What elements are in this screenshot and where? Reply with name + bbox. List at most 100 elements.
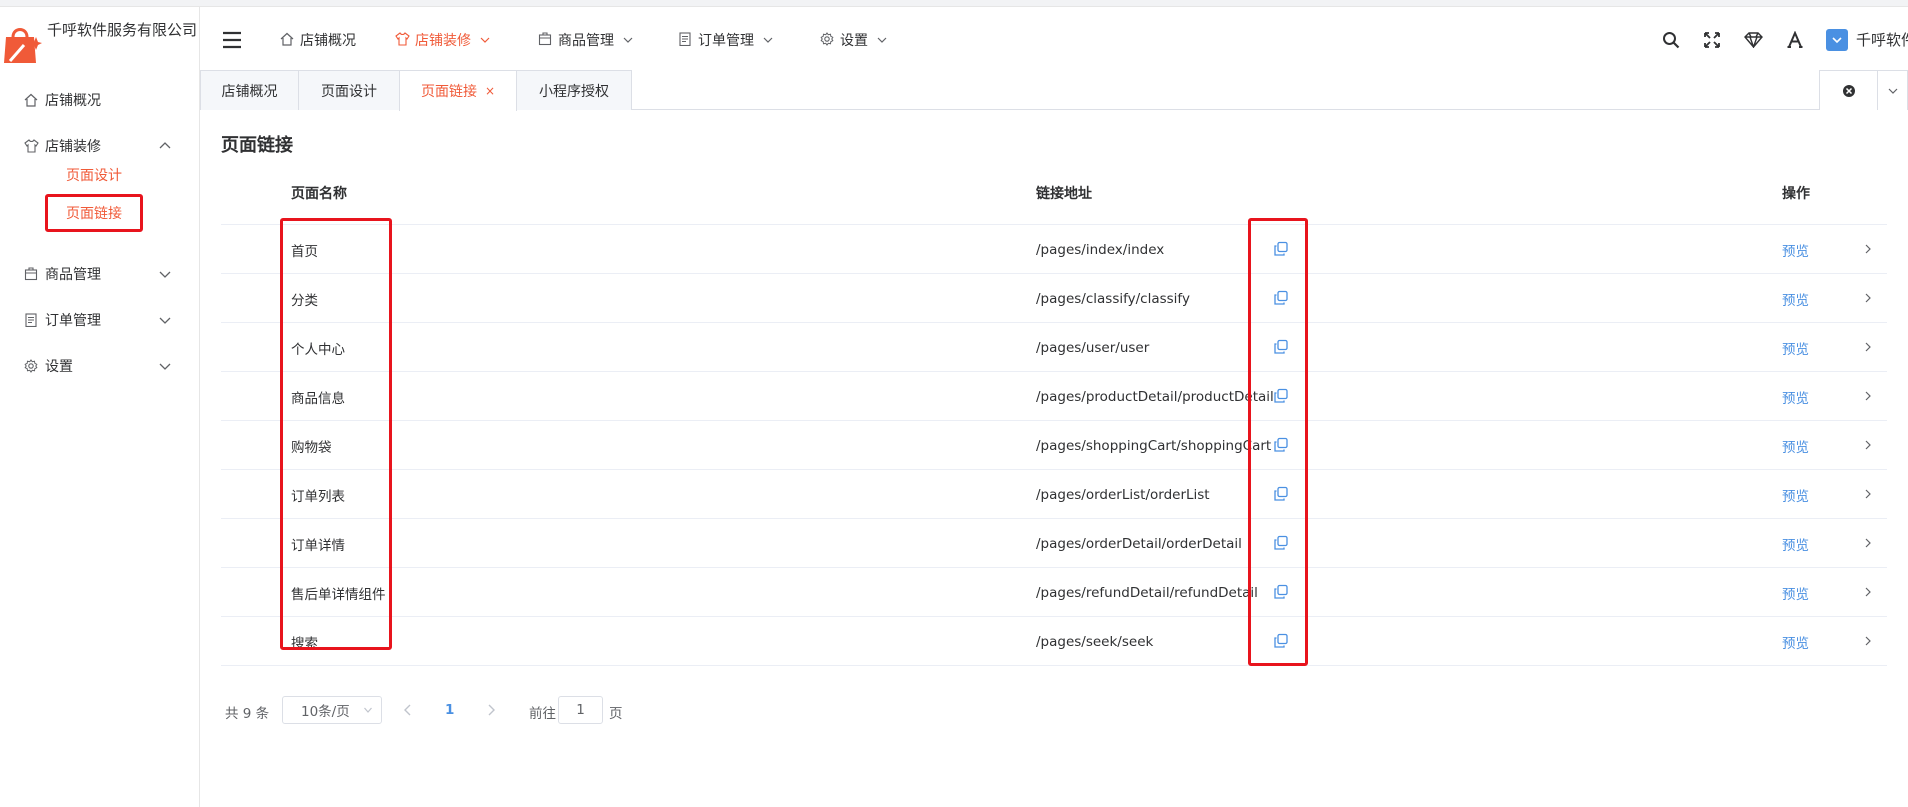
sidebar-item-settings[interactable]: 设置 [0, 346, 200, 386]
copy-link-button[interactable] [1271, 239, 1291, 259]
copy-link-button[interactable] [1271, 582, 1291, 602]
nav-product-management[interactable]: 商品管理 [538, 27, 634, 53]
copy-icon [1274, 437, 1288, 452]
pagination-total: 共 9 条 [225, 706, 270, 722]
page-title: 页面链接 [221, 135, 293, 156]
sidebar-item-order-management[interactable]: 订单管理 [0, 300, 200, 340]
link-url-cell: /pages/index/index [1036, 241, 1165, 258]
preview-link[interactable]: 预览 [1782, 225, 1809, 274]
table-row: 搜索/pages/seek/seek 预览 [221, 617, 1887, 666]
copy-icon [1274, 241, 1288, 256]
prev-page-icon[interactable] [400, 702, 416, 718]
search-icon[interactable] [1659, 28, 1683, 52]
font-size-icon[interactable] [1783, 28, 1807, 52]
close-circle-icon [1842, 84, 1855, 97]
preview-link[interactable]: 预览 [1782, 372, 1809, 421]
page-size-select[interactable]: 10条/页 [282, 696, 382, 724]
chevron-down-icon [159, 317, 171, 324]
shopping-bag-logo-icon [4, 28, 42, 63]
fullscreen-icon[interactable] [1700, 28, 1724, 52]
preview-link[interactable]: 预览 [1782, 323, 1809, 372]
sidebar-item-store-overview[interactable]: 店铺概况 [0, 80, 200, 120]
preview-link[interactable]: 预览 [1782, 519, 1809, 568]
table-row: 分类/pages/classify/classify 预览 [221, 274, 1887, 323]
copy-link-button[interactable] [1271, 337, 1291, 357]
close-tabs-button[interactable] [1820, 71, 1878, 110]
sidebar-subitem-page-links[interactable]: 页面链接 [45, 194, 143, 232]
chevron-down-icon [622, 34, 634, 46]
tabs-more-button[interactable] [1878, 71, 1908, 110]
sidebar-item-label: 商品管理 [45, 267, 101, 283]
preview-link[interactable]: 预览 [1782, 421, 1809, 470]
copy-link-button[interactable] [1271, 484, 1291, 504]
top-header: 店铺概况 店铺装修 商品管理 订单管理 设置 千呼软件 [200, 7, 1908, 73]
tab-label: 店铺概况 [221, 83, 278, 100]
sidebar-item-label: 设置 [45, 359, 73, 375]
page-number-current[interactable]: 1 [445, 702, 454, 718]
chevron-right-icon[interactable] [1861, 340, 1875, 354]
copy-link-button[interactable] [1271, 288, 1291, 308]
page-name-cell: 购物袋 [291, 439, 332, 456]
copy-link-button[interactable] [1271, 533, 1291, 553]
browser-top-strip [0, 0, 1908, 7]
preview-link[interactable]: 预览 [1782, 617, 1809, 666]
chevron-right-icon[interactable] [1861, 438, 1875, 452]
copy-icon [1274, 290, 1288, 305]
goto-page-input[interactable] [558, 696, 603, 724]
chevron-right-icon[interactable] [1861, 634, 1875, 648]
tab-page-links[interactable]: 页面链接 × [399, 70, 517, 111]
table-row: 订单详情/pages/orderDetail/orderDetail 预览 [221, 519, 1887, 568]
chevron-down-icon [479, 34, 491, 46]
chevron-up-icon [159, 142, 171, 149]
chevron-right-icon[interactable] [1861, 291, 1875, 305]
copy-icon [1274, 584, 1288, 599]
preview-link[interactable]: 预览 [1782, 470, 1809, 519]
chevron-right-icon[interactable] [1861, 536, 1875, 550]
next-page-icon[interactable] [483, 702, 499, 718]
tabs-actions [1819, 70, 1908, 110]
nav-label: 商品管理 [558, 33, 614, 49]
copy-icon [1274, 535, 1288, 550]
goto-label: 前往 [529, 706, 556, 722]
chevron-right-icon[interactable] [1861, 242, 1875, 256]
page-name-cell: 分类 [291, 292, 318, 309]
page-unit-label: 页 [609, 706, 623, 722]
nav-label: 订单管理 [698, 33, 754, 49]
nav-order-management[interactable]: 订单管理 [678, 27, 774, 53]
link-url-cell: /pages/shoppingCart/shoppingCart [1036, 437, 1272, 454]
copy-icon [1274, 633, 1288, 648]
copy-icon [1274, 486, 1288, 501]
shirt-icon [395, 32, 411, 48]
hamburger-menu-icon[interactable] [222, 31, 242, 49]
chevron-right-icon[interactable] [1861, 585, 1875, 599]
copy-link-button[interactable] [1271, 435, 1291, 455]
nav-settings[interactable]: 设置 [820, 27, 888, 53]
copy-link-button[interactable] [1271, 631, 1291, 651]
tab-store-overview[interactable]: 店铺概况 [200, 70, 299, 110]
diamond-icon[interactable] [1741, 28, 1765, 52]
tab-mini-program-auth[interactable]: 小程序授权 [516, 70, 632, 110]
sidebar-subitem-page-design[interactable]: 页面设计 [45, 156, 143, 194]
sidebar-item-label: 店铺装修 [45, 139, 101, 155]
list-icon [23, 312, 39, 328]
chevron-right-icon[interactable] [1861, 487, 1875, 501]
copy-link-button[interactable] [1271, 386, 1291, 406]
preview-link[interactable]: 预览 [1782, 274, 1809, 323]
close-icon[interactable]: × [485, 84, 495, 98]
chevron-down-icon [762, 34, 774, 46]
preview-link[interactable]: 预览 [1782, 568, 1809, 617]
username[interactable]: 千呼软件 [1856, 29, 1908, 50]
nav-store-overview[interactable]: 店铺概况 [280, 27, 356, 53]
sidebar-item-product-management[interactable]: 商品管理 [0, 254, 200, 294]
chevron-right-icon[interactable] [1861, 389, 1875, 403]
page-name-cell: 商品信息 [291, 390, 345, 407]
table-row: 售后单详情组件/pages/refundDetail/refundDetail 预… [221, 568, 1887, 617]
tab-page-design[interactable]: 页面设计 [298, 70, 400, 110]
main-content: 页面链接 页面名称 链接地址 操作 首页/pages/index/index 预览… [200, 111, 1908, 807]
gear-icon [23, 358, 39, 374]
chevron-down-icon [876, 34, 888, 46]
nav-label: 店铺概况 [300, 33, 356, 49]
avatar[interactable] [1826, 29, 1848, 51]
nav-store-decoration[interactable]: 店铺装修 [395, 27, 491, 53]
page-name-cell: 订单详情 [291, 537, 345, 554]
